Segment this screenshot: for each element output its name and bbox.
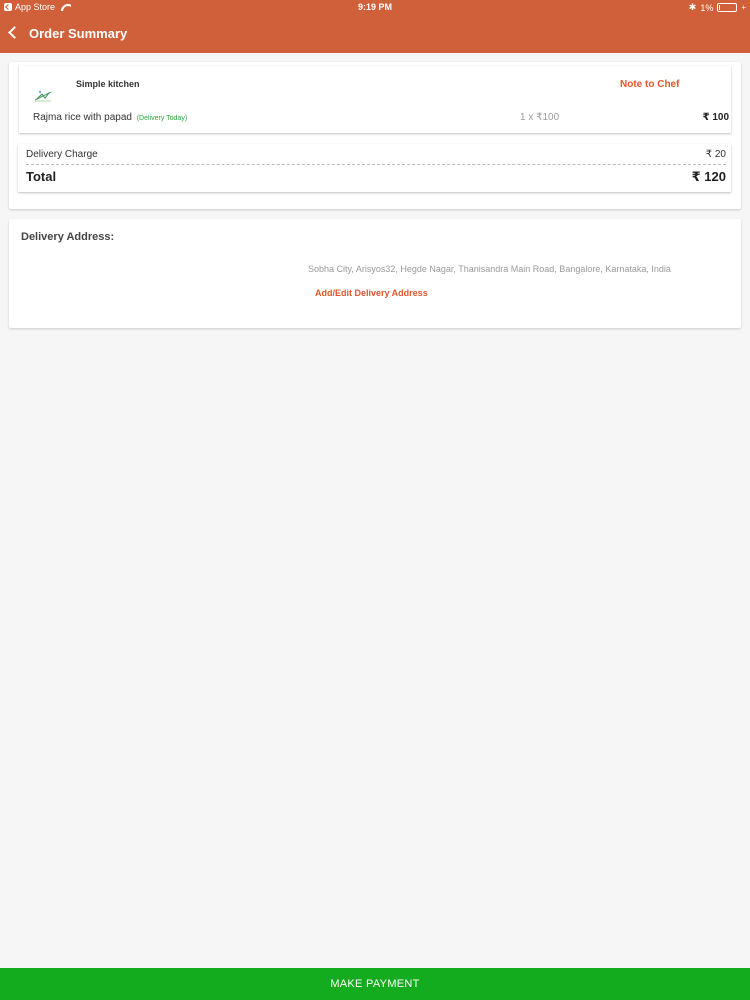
edit-address-link[interactable]: Add/Edit Delivery Address [315, 288, 428, 298]
back-button[interactable] [4, 22, 22, 44]
total-label: Total [26, 169, 57, 184]
status-time: 9:19 PM [357, 2, 392, 12]
note-to-chef-link[interactable]: Note to Chef [620, 79, 679, 90]
make-payment-button[interactable]: MAKE PAYMENT [0, 968, 750, 1000]
item-name-wrap: Rajma rice with papad (Delivery Today) [33, 112, 187, 123]
delivery-address-card: Delivery Address: Sobha City, Arisyos32,… [9, 219, 741, 328]
delivery-charge-value: ₹ 20 [705, 149, 726, 160]
delivery-address-heading: Delivery Address: [21, 231, 115, 243]
kitchen-name: Simple kitchen [76, 79, 140, 89]
delivery-charge-label: Delivery Charge [26, 149, 98, 160]
order-summary-card: Simple kitchen Note to Chef Rajma rice w… [9, 62, 741, 209]
bluetooth-icon: ✱ [688, 2, 697, 12]
page-title: Order Summary [29, 26, 128, 41]
delivery-tag: (Delivery Today) [136, 115, 188, 122]
status-right: ✱ 1% + [689, 2, 746, 13]
item-price: ₹ 100 [702, 112, 729, 123]
delivery-address-text: Sobha City, Arisyos32, Hegde Nagar, Than… [308, 264, 671, 274]
charging-icon: + [741, 3, 746, 12]
item-name: Rajma rice with papad [33, 112, 132, 123]
app-header: Order Summary [0, 16, 750, 53]
kitchen-card: Simple kitchen Note to Chef Rajma rice w… [19, 66, 731, 133]
charges-card: Delivery Charge ₹ 20 Total ₹ 120 [18, 144, 731, 192]
battery-percent: 1% [700, 2, 714, 13]
dashed-divider [26, 164, 726, 165]
battery-icon [717, 3, 738, 12]
kitchen-logo-icon [34, 90, 52, 102]
total-value: ₹ 120 [691, 169, 726, 184]
chevron-left-icon [8, 26, 21, 39]
item-quantity: 1 x ₹100 [520, 112, 560, 123]
status-bar: App Store 9:19 PM ✱ 1% + [0, 0, 750, 16]
